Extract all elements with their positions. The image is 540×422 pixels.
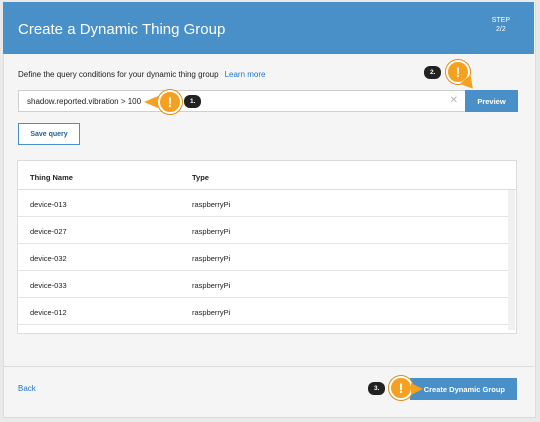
callout-pointer <box>144 96 158 108</box>
query-input-value: shadow.reported.vibration > 100 <box>27 97 142 106</box>
type-cell: raspberryPi <box>192 227 231 236</box>
thing-name-cell: device-013 <box>30 200 67 209</box>
warning-icon: ! <box>158 90 182 114</box>
column-header-type: Type <box>192 173 209 182</box>
thing-name-cell: device-032 <box>30 254 67 263</box>
type-cell: raspberryPi <box>192 254 231 263</box>
table-row[interactable]: device-032 raspberryPi <box>18 244 508 271</box>
learn-more-link[interactable]: Learn more <box>225 70 266 79</box>
thing-name-cell: device-033 <box>30 281 67 290</box>
save-query-button[interactable]: Save query <box>18 123 80 145</box>
query-input[interactable]: shadow.reported.vibration > 100 ✕ <box>18 90 466 112</box>
thing-name-cell: device-027 <box>30 227 67 236</box>
type-cell: raspberryPi <box>192 200 231 209</box>
create-dynamic-group-button[interactable]: Create Dynamic Group <box>410 378 517 400</box>
footer-divider <box>3 366 534 367</box>
callout-label: 1. <box>184 95 202 108</box>
table-row[interactable]: device-033 raspberryPi <box>18 271 508 298</box>
query-description-text: Define the query conditions for your dyn… <box>18 70 219 79</box>
step-label: STEP <box>491 17 510 24</box>
type-cell: raspberryPi <box>192 308 231 317</box>
callout-label: 2. <box>424 66 442 79</box>
query-description: Define the query conditions for your dyn… <box>18 70 265 79</box>
wizard-header: Create a Dynamic Thing Group STEP 2/2 <box>3 2 534 54</box>
back-link[interactable]: Back <box>18 384 36 393</box>
callout-pointer <box>411 383 423 395</box>
table-scrollbar[interactable] <box>508 190 515 330</box>
page-title: Create a Dynamic Thing Group <box>18 21 226 38</box>
table-row[interactable]: device-027 raspberryPi <box>18 217 508 244</box>
callout-label: 3. <box>368 382 386 395</box>
warning-icon: ! <box>389 376 413 400</box>
preview-button[interactable]: Preview <box>465 90 518 112</box>
thing-name-cell: device-012 <box>30 308 67 317</box>
step-indicator: STEP 2/2 <box>492 16 510 34</box>
type-cell: raspberryPi <box>192 281 231 290</box>
table-row[interactable]: device-012 raspberryPi <box>18 298 508 325</box>
close-icon[interactable]: ✕ <box>450 95 458 106</box>
column-header-thing-name: Thing Name <box>30 173 73 182</box>
table-row[interactable]: device-013 raspberryPi <box>18 190 508 217</box>
things-table: Thing Name Type device-013 raspberryPi d… <box>17 160 517 334</box>
step-count: 2/2 <box>495 26 506 33</box>
